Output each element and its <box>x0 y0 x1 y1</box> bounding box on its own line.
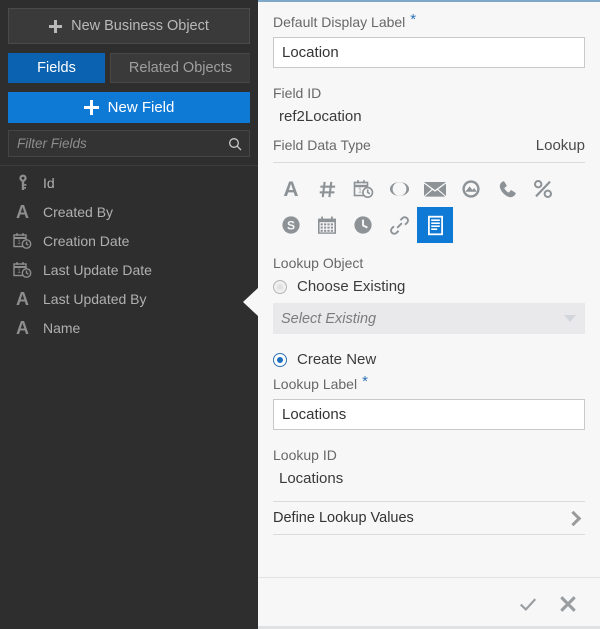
datetime-icon: 1 <box>13 260 32 279</box>
field-list: Id A Created By 1 Creation Date 1 Last U… <box>0 168 258 342</box>
data-type-icon-grid: A 1 S <box>273 171 585 243</box>
new-business-object-label: New Business Object <box>71 18 209 34</box>
data-type-number-icon[interactable] <box>309 171 345 207</box>
sidebar-tabs: Fields Related Objects <box>0 53 258 83</box>
field-label: Id <box>43 174 55 191</box>
cancel-button[interactable] <box>558 594 578 614</box>
required-asterisk: * <box>362 373 368 390</box>
sidebar: New Business Object Fields Related Objec… <box>0 0 258 629</box>
define-lookup-values-row[interactable]: Define Lookup Values <box>273 501 585 535</box>
data-type-email-icon[interactable] <box>417 171 453 207</box>
lookup-id-value: Locations <box>279 470 344 487</box>
data-type-text-icon[interactable]: A <box>273 171 309 207</box>
data-type-url-icon[interactable] <box>381 207 417 243</box>
text-icon: A <box>16 288 29 309</box>
create-new-radio[interactable] <box>273 352 287 367</box>
select-existing-dropdown[interactable]: Select Existing <box>273 303 585 334</box>
lookup-object-label-text: Lookup Object <box>273 255 364 271</box>
field-editor-panel: Default Display Label * Field ID ref2Loc… <box>243 0 600 629</box>
field-row-created-by[interactable]: A Created By <box>0 197 258 226</box>
filter-fields-row <box>8 130 250 157</box>
lookup-label-input[interactable] <box>273 399 585 430</box>
field-data-type-label-text: Field Data Type <box>273 137 371 153</box>
plus-icon <box>49 19 63 33</box>
search-icon[interactable] <box>227 136 243 152</box>
panel-pointer-notch <box>243 288 258 316</box>
plus-icon <box>83 100 99 115</box>
data-type-date-icon[interactable] <box>309 207 345 243</box>
select-existing-placeholder: Select Existing <box>281 310 377 327</box>
field-row-creation-date[interactable]: 1 Creation Date <box>0 226 258 255</box>
new-field-container: New Field <box>0 83 258 123</box>
field-id-value: ref2Location <box>279 108 362 125</box>
field-data-type-value: Lookup <box>535 137 585 154</box>
svg-text:S: S <box>287 219 295 233</box>
define-lookup-values-label: Define Lookup Values <box>273 510 414 526</box>
field-label: Last Update Date <box>43 261 152 278</box>
create-new-radio-row[interactable]: Create New <box>273 351 585 368</box>
field-id-label-text: Field ID <box>273 85 322 101</box>
default-display-label-input[interactable] <box>273 37 585 68</box>
tab-related-objects-label: Related Objects <box>128 60 233 76</box>
new-business-object-button[interactable]: New Business Object <box>8 8 250 44</box>
new-field-label: New Field <box>107 99 175 116</box>
field-row-name[interactable]: A Name <box>0 313 258 342</box>
key-icon <box>13 173 32 192</box>
new-field-button[interactable]: New Field <box>8 92 250 123</box>
lookup-label-label: Lookup Label * <box>273 373 585 392</box>
field-row-last-updated-by[interactable]: A Last Updated By <box>0 284 258 313</box>
data-type-lookup-icon[interactable] <box>417 207 453 243</box>
field-data-type-label: Field Data Type <box>273 137 371 153</box>
lookup-object-label: Lookup Object <box>273 255 585 271</box>
lookup-label-label-text: Lookup Label <box>273 376 358 392</box>
datetime-icon: 1 <box>13 231 32 250</box>
chevron-right-icon <box>565 510 582 526</box>
field-data-type-row: Field Data Type Lookup <box>273 137 585 163</box>
tab-related-objects[interactable]: Related Objects <box>110 53 250 83</box>
tab-fields[interactable]: Fields <box>8 53 105 83</box>
panel-body: Default Display Label * Field ID ref2Loc… <box>258 2 600 577</box>
app-root: New Business Object Fields Related Objec… <box>0 0 600 629</box>
text-icon: A <box>16 317 29 338</box>
data-type-time-icon[interactable] <box>345 207 381 243</box>
confirm-button[interactable] <box>518 594 538 614</box>
default-display-label-label: Default Display Label * <box>273 11 585 30</box>
field-label: Created By <box>43 203 114 220</box>
svg-text:1: 1 <box>358 188 362 195</box>
panel-footer <box>258 577 600 629</box>
data-type-percent-icon[interactable] <box>525 171 561 207</box>
tab-fields-label: Fields <box>37 60 76 76</box>
field-id-label: Field ID <box>273 85 585 101</box>
new-business-object-container: New Business Object <box>0 0 258 44</box>
text-icon: A <box>16 201 29 222</box>
choose-existing-label: Choose Existing <box>297 278 406 295</box>
data-type-image-icon[interactable] <box>453 171 489 207</box>
data-type-boolean-icon[interactable] <box>381 171 417 207</box>
data-type-datetime-icon[interactable]: 1 <box>345 171 381 207</box>
create-new-label: Create New <box>297 351 377 368</box>
default-display-label-text: Default Display Label <box>273 14 406 30</box>
field-label: Creation Date <box>43 232 130 249</box>
data-type-currency-icon[interactable]: S <box>273 207 309 243</box>
lookup-id-label-text: Lookup ID <box>273 447 337 463</box>
chevron-down-icon <box>564 315 576 322</box>
field-label: Name <box>43 319 81 336</box>
field-row-last-update-date[interactable]: 1 Last Update Date <box>0 255 258 284</box>
field-row-id[interactable]: Id <box>0 168 258 197</box>
data-type-phone-icon[interactable] <box>489 171 525 207</box>
filter-fields-input[interactable] <box>17 136 227 151</box>
choose-existing-radio-row[interactable]: Choose Existing <box>273 278 585 295</box>
svg-text:1: 1 <box>17 240 21 246</box>
choose-existing-radio[interactable] <box>273 279 287 294</box>
required-asterisk: * <box>410 11 417 28</box>
field-label: Last Updated By <box>43 290 147 307</box>
list-separator <box>0 165 258 166</box>
svg-text:1: 1 <box>17 269 21 275</box>
lookup-id-label: Lookup ID <box>273 447 585 463</box>
